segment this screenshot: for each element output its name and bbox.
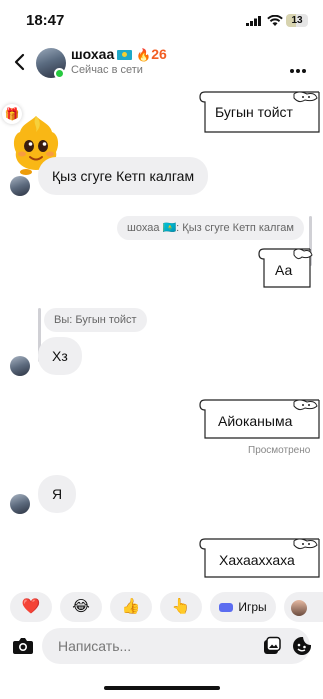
dot-icon — [296, 69, 300, 73]
status-bar: 18:47 13 — [0, 0, 323, 40]
back-arrow-icon[interactable] — [10, 50, 30, 74]
seen-status: Просмотрено — [248, 445, 311, 456]
face-effect-icon — [291, 599, 307, 616]
incoming-message[interactable]: Я — [38, 475, 77, 513]
dot-icon — [302, 69, 306, 73]
home-indicator — [104, 686, 220, 690]
point-up-reaction-button[interactable]: 👆 — [160, 592, 202, 622]
contact-avatar-small[interactable] — [10, 176, 30, 196]
incoming-message[interactable]: Қыз сгуге Кетп калгам — [38, 157, 209, 195]
wifi-icon — [267, 15, 283, 26]
reply-preview[interactable]: Вы: Бугын тойст — [44, 308, 147, 332]
streak-badge: 🔥26 — [136, 46, 167, 62]
effects-chip-button[interactable]: Эс — [284, 592, 323, 622]
dot-icon — [290, 69, 294, 73]
cellular-signal-icon — [246, 16, 261, 26]
contact-name[interactable]: шохаа 🔥26 — [71, 46, 167, 62]
gamepad-icon — [219, 603, 234, 613]
gallery-icon[interactable] — [262, 636, 282, 656]
incoming-message[interactable]: Хз — [38, 337, 82, 375]
kazakhstan-flag-icon — [117, 50, 133, 61]
fire-icon: 🔥 — [136, 48, 152, 62]
outgoing-message[interactable]: Бугын тойст — [199, 88, 323, 136]
message-composer: Написать... — [0, 628, 323, 668]
clock: 18:47 — [26, 12, 65, 29]
chat-header: шохаа 🔥26 Сейчас в сети — [0, 40, 323, 84]
sticker-icon[interactable] — [292, 636, 312, 656]
contact-avatar-small[interactable] — [10, 494, 30, 514]
quick-reactions-bar: ❤️ 😂 👍 👆 Игры Эс — [0, 592, 323, 624]
battery-indicator: 13 — [286, 14, 308, 27]
reply-preview[interactable]: шохаа 🇰🇿: Қыз сгуге Кетп калгам — [117, 216, 304, 240]
camera-icon[interactable] — [12, 636, 34, 656]
outgoing-message[interactable]: Хахааххаха — [199, 535, 323, 583]
online-indicator — [54, 68, 65, 79]
more-options-button[interactable] — [290, 60, 310, 73]
heart-reaction-button[interactable]: ❤️ — [10, 592, 52, 622]
games-button[interactable]: Игры — [210, 592, 276, 622]
thumbs-up-reaction-button[interactable]: 👍 — [110, 592, 152, 622]
online-status: Сейчас в сети — [71, 64, 143, 76]
contact-avatar-small[interactable] — [10, 356, 30, 376]
outgoing-message[interactable]: Айоканыма — [199, 396, 323, 444]
laugh-reaction-button[interactable]: 😂 — [60, 592, 102, 622]
message-input[interactable]: Написать... — [42, 628, 312, 664]
outgoing-message[interactable]: Аа — [258, 245, 314, 293]
